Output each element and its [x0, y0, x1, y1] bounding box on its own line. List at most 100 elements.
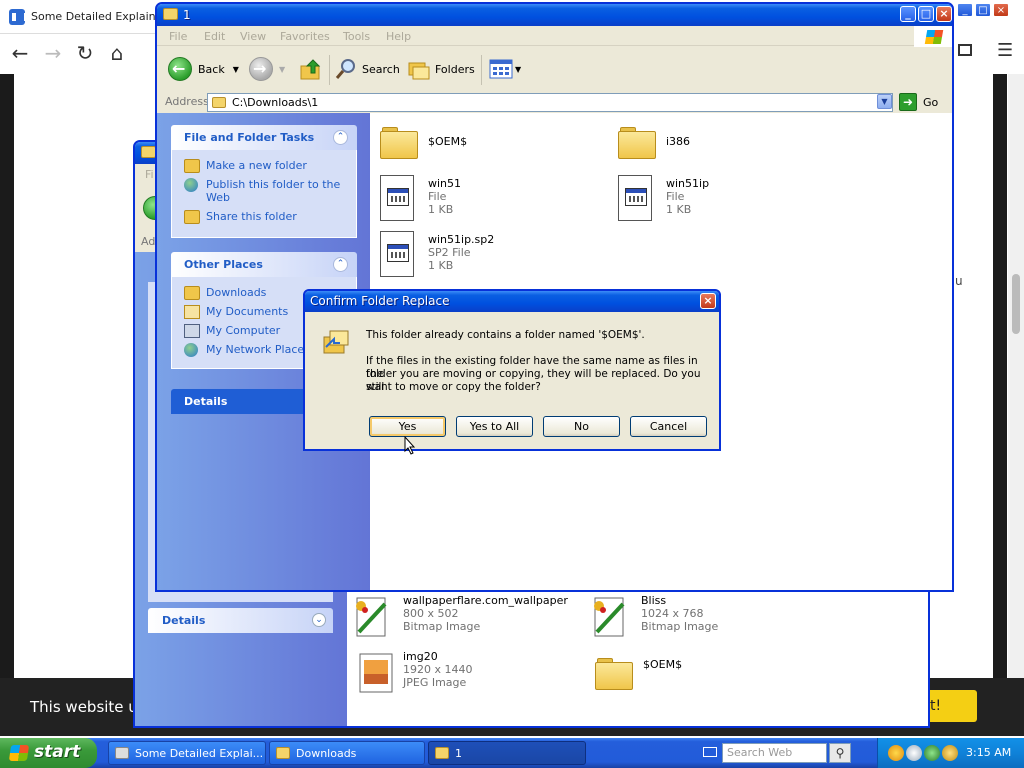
back-label: Back: [198, 62, 225, 76]
vm-close-icon[interactable]: ×: [993, 3, 1009, 17]
search-button[interactable]: Search: [334, 56, 400, 82]
folder-icon: [141, 146, 156, 158]
up-folder-icon: [300, 59, 321, 80]
chevron-down-icon[interactable]: ⌄: [312, 613, 326, 627]
search-go-icon[interactable]: ⚲: [829, 743, 851, 763]
views-icon: [489, 59, 513, 79]
paint-bitmap-icon: [356, 597, 387, 637]
scrollbar-thumb[interactable]: [1012, 274, 1020, 334]
dialog-message: This folder already contains a folder na…: [366, 329, 645, 341]
menu-edit[interactable]: Edit: [204, 30, 225, 43]
file-name: i386: [666, 135, 691, 148]
minimize-icon[interactable]: _: [900, 6, 916, 22]
file-item[interactable]: $OEM$: [595, 652, 815, 698]
start-label: start: [34, 742, 81, 762]
folder-item[interactable]: $OEM$: [380, 123, 600, 173]
tray-app-icon[interactable]: [888, 745, 904, 761]
folder-icon: [618, 123, 656, 159]
tray-magnifier-icon[interactable]: [942, 745, 958, 761]
go-button[interactable]: ➜ Go: [899, 93, 938, 111]
back-details-header[interactable]: Details ⌄: [148, 608, 333, 633]
task-share-folder[interactable]: Share this folder: [184, 210, 350, 224]
page-scrollbar[interactable]: [1008, 74, 1024, 678]
browser-menu-icon[interactable]: ☰: [997, 40, 1013, 61]
menu-file[interactable]: File: [169, 30, 187, 43]
folder-item[interactable]: i386: [618, 123, 838, 173]
file-name: win51ip.sp2: [428, 233, 495, 246]
menu-help[interactable]: Help: [386, 30, 411, 43]
keyboard-icon[interactable]: [703, 747, 717, 757]
tray-search-icon[interactable]: [906, 745, 922, 761]
share-folder-icon: [184, 210, 200, 224]
cancel-button[interactable]: Cancel: [630, 416, 707, 437]
forward-button[interactable]: → ▼: [249, 56, 285, 82]
address-dropdown-icon[interactable]: ▼: [877, 94, 892, 109]
yes-to-all-button[interactable]: Yes to All: [456, 416, 533, 437]
views-button[interactable]: ▼: [489, 56, 521, 82]
taskbar-item-downloads[interactable]: Downloads: [269, 741, 425, 765]
menu-view[interactable]: View: [240, 30, 266, 43]
browser-reload-icon[interactable]: ↻: [70, 38, 100, 68]
taskbar-item-folder-1[interactable]: 1: [428, 741, 586, 765]
task-label: Publish this folder to the Web: [206, 178, 341, 204]
file-name: img20: [403, 650, 438, 663]
task-publish-folder[interactable]: Publish this folder to the Web: [184, 178, 350, 204]
file-item[interactable]: wallpaperflare.com_wallpaper 800 x 502 B…: [351, 594, 571, 640]
tray-network-icon[interactable]: [924, 745, 940, 761]
browser-home-icon[interactable]: ⌂: [102, 38, 132, 68]
start-button[interactable]: start: [0, 738, 97, 768]
file-folder-tasks-header[interactable]: File and Folder Tasks ⌃: [171, 125, 357, 150]
yes-button[interactable]: Yes: [369, 416, 446, 437]
file-name: win51: [428, 177, 462, 190]
file-item[interactable]: win51ip.sp2 SP2 File 1 KB: [378, 231, 598, 281]
vm-minimize-icon[interactable]: _: [957, 3, 973, 17]
back-dropdown-icon[interactable]: ▼: [233, 65, 239, 74]
close-icon[interactable]: ×: [936, 6, 952, 22]
browser-tab[interactable]: Some Detailed Explainat: [0, 0, 160, 34]
panel-title: File and Folder Tasks: [184, 131, 315, 144]
back-button[interactable]: ← Back ▼: [168, 56, 239, 82]
place-label: My Network Places: [206, 343, 310, 356]
browser-nav-bar: ← → ↻ ⌂: [0, 34, 160, 74]
up-folder-button[interactable]: [299, 56, 323, 82]
file-item[interactable]: img20 1920 x 1440 JPEG Image: [357, 650, 577, 696]
file-dimensions: 1920 x 1440: [403, 663, 473, 676]
folders-button[interactable]: Folders: [407, 56, 475, 82]
dialog-titlebar[interactable]: Confirm Folder Replace ×: [305, 291, 719, 312]
views-dropdown-icon[interactable]: ▼: [515, 65, 521, 74]
search-web-input[interactable]: Search Web: [722, 743, 827, 763]
dialog-title: Confirm Folder Replace: [310, 294, 450, 308]
forward-dropdown-icon[interactable]: ▼: [279, 65, 285, 74]
reader-view-icon[interactable]: [958, 44, 972, 56]
taskbar: start Some Detailed Explai... Downloads …: [0, 738, 1024, 768]
place-label: My Computer: [206, 324, 281, 337]
dialog-detail-line: want to move or copy the folder?: [366, 381, 541, 393]
mouse-cursor-icon: [404, 436, 416, 455]
vm-maximize-icon[interactable]: □: [975, 3, 991, 17]
close-icon[interactable]: ×: [700, 293, 716, 309]
no-button[interactable]: No: [543, 416, 620, 437]
chevron-up-icon[interactable]: ⌃: [333, 257, 348, 272]
folder-icon: [380, 123, 418, 159]
menu-tools[interactable]: Tools: [343, 30, 370, 43]
file-item[interactable]: win51 File 1 KB: [378, 175, 598, 225]
other-places-header[interactable]: Other Places ⌃: [171, 252, 357, 277]
file-type: SP2 File: [428, 246, 471, 259]
explorer-titlebar[interactable]: 1 _ □ ×: [157, 4, 952, 26]
maximize-icon[interactable]: □: [918, 6, 934, 22]
file-item[interactable]: win51ip File 1 KB: [616, 175, 836, 225]
browser-back-icon[interactable]: ←: [5, 38, 35, 68]
file-item[interactable]: Bliss 1024 x 768 Bitmap Image: [589, 594, 809, 640]
address-input[interactable]: C:\Downloads\1: [207, 93, 893, 112]
panel-title: Details: [184, 395, 228, 408]
menu-favorites[interactable]: Favorites: [280, 30, 330, 43]
cookie-accept-button[interactable]: t!: [926, 690, 977, 722]
taskbar-item-browser[interactable]: Some Detailed Explai...: [108, 741, 266, 765]
task-make-new-folder[interactable]: Make a new folder: [184, 159, 350, 173]
file-dimensions: 1024 x 768: [641, 607, 704, 620]
chevron-up-icon[interactable]: ⌃: [333, 130, 348, 145]
confirm-folder-replace-dialog[interactable]: Confirm Folder Replace × This folder alr…: [303, 289, 721, 451]
browser-forward-icon[interactable]: →: [38, 38, 68, 68]
windows-logo-icon: [914, 26, 952, 48]
folder-icon: [595, 654, 635, 696]
